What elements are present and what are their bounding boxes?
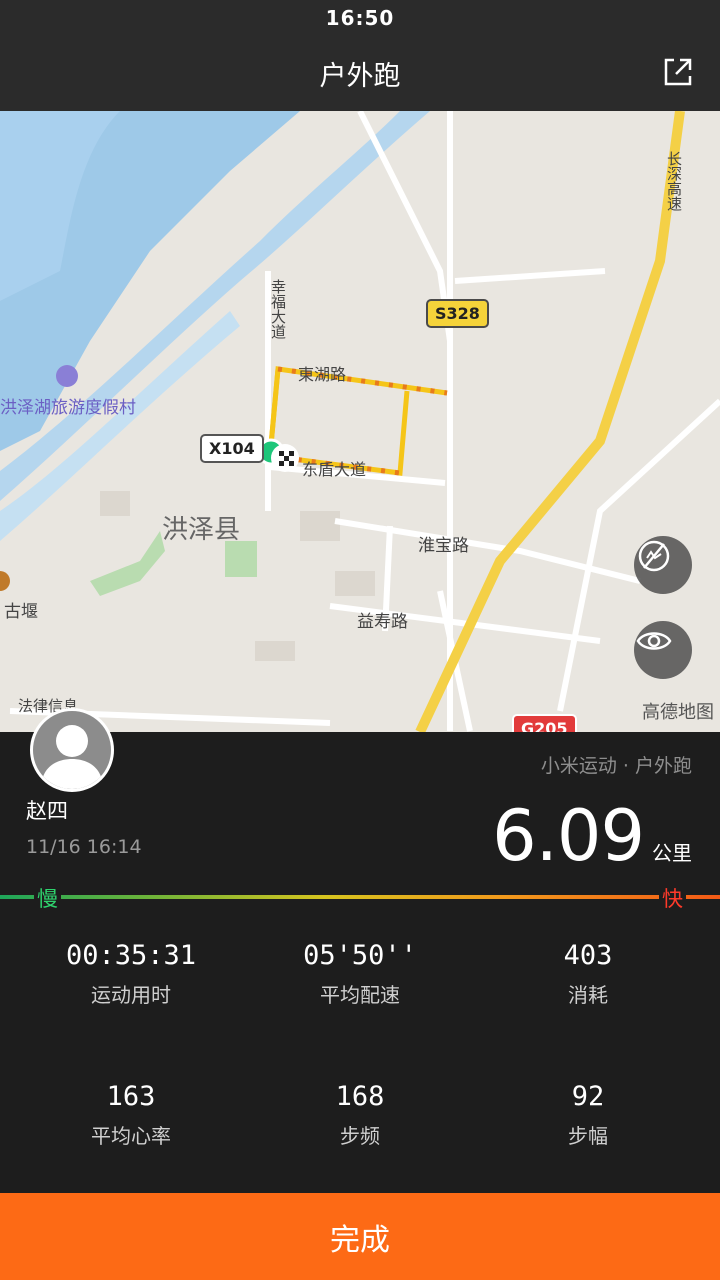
stat-avg-heart-rate: 163 平均心率	[11, 1081, 251, 1149]
map-label-dongdun: 东盾大道	[302, 460, 367, 479]
avatar[interactable]	[30, 708, 114, 792]
eye-icon	[636, 632, 672, 650]
stat-value: 00:35:31	[65, 940, 197, 971]
status-bar: 16:50	[0, 0, 720, 36]
pace-gradient-bar	[0, 895, 720, 899]
toggle-view-button[interactable]	[634, 621, 692, 679]
map-canvas	[0, 111, 720, 732]
stat-value: 05'50''	[303, 940, 417, 971]
stat-stride: 92 步幅	[468, 1081, 708, 1149]
route-map[interactable]: 洪泽湖旅游度假村 洪泽县 幸福大道 東湖路 东盾大道 淮宝路 益寿路 长深高速 …	[0, 111, 720, 732]
map-label-highway: 长深高速	[665, 151, 683, 211]
map-label-resort: 洪泽湖旅游度假村	[0, 398, 136, 418]
stat-value: 163	[106, 1081, 156, 1112]
title-bar: 户外跑	[0, 36, 720, 111]
stat-label: 步幅	[568, 1124, 608, 1148]
done-button[interactable]: 完成	[0, 1193, 720, 1280]
share-icon[interactable]	[660, 54, 696, 90]
map-label-gudian: 古堰	[4, 602, 38, 622]
stat-label: 运动用时	[91, 983, 171, 1007]
user-silhouette-icon	[41, 725, 103, 789]
map-label-donghu: 東湖路	[298, 365, 347, 384]
distance-display: 6.09 公里	[492, 795, 692, 877]
stat-label: 平均心率	[91, 1124, 171, 1148]
stat-label: 步频	[340, 1124, 380, 1148]
map-label-yishou: 益寿路	[357, 612, 408, 632]
map-label-county: 洪泽县	[162, 515, 241, 545]
road-badge-s328: S328	[426, 299, 489, 328]
pace-slow-label: 慢	[34, 883, 61, 913]
page-title: 户外跑	[319, 61, 401, 92]
hide-markers-button[interactable]	[634, 536, 692, 594]
stat-cadence: 168 步频	[240, 1081, 480, 1149]
stat-value: 92	[571, 1081, 605, 1112]
distance-unit: 公里	[652, 841, 692, 865]
pace-fast-label: 快	[659, 883, 686, 913]
status-time: 16:50	[325, 6, 395, 30]
hide-markers-icon	[638, 540, 670, 572]
workout-source: 小米运动 · 户外跑	[540, 755, 692, 777]
user-name: 赵四	[26, 799, 68, 823]
stat-value: 403	[563, 940, 613, 971]
distance-value: 6.09	[492, 795, 645, 877]
stat-avg-pace: 05'50'' 平均配速	[240, 940, 480, 1008]
road-badge-x104: X104	[200, 434, 264, 463]
stat-label: 平均配速	[320, 983, 400, 1007]
stat-label: 消耗	[568, 983, 608, 1007]
stat-calories: 403 消耗	[468, 940, 708, 1008]
map-provider-logo: 高德地图	[642, 702, 714, 723]
road-badge-g205: G205	[512, 714, 577, 732]
stat-duration: 00:35:31 运动用时	[11, 940, 251, 1008]
workout-datetime: 11/16 16:14	[26, 836, 142, 858]
map-label-huaibao: 淮宝路	[418, 536, 469, 556]
stat-value: 168	[335, 1081, 385, 1112]
map-label-xingfu: 幸福大道	[269, 279, 287, 339]
